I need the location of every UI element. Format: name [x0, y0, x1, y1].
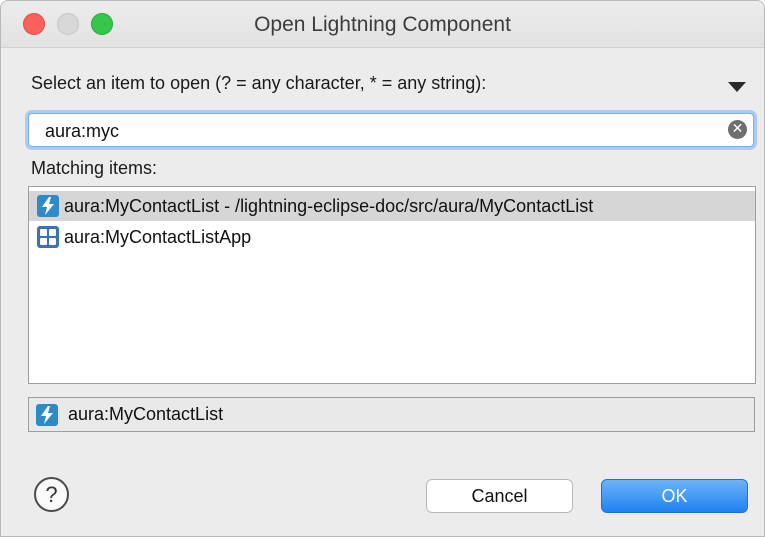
- matching-items-list[interactable]: aura:MyContactList - /lightning-eclipse-…: [28, 186, 756, 384]
- list-item-label: aura:MyContactList - /lightning-eclipse-…: [64, 195, 594, 216]
- clear-search-icon[interactable]: ✕: [728, 120, 747, 139]
- ok-button[interactable]: OK: [601, 479, 748, 513]
- lightning-bolt-icon: [36, 403, 58, 426]
- search-field[interactable]: ✕: [28, 113, 754, 147]
- search-input[interactable]: [43, 118, 727, 144]
- selected-item-detail: aura:MyContactList: [28, 397, 755, 432]
- list-item[interactable]: aura:MyContactListApp: [29, 222, 755, 252]
- search-prompt-label: Select an item to open (? = any characte…: [31, 73, 487, 93]
- cancel-button[interactable]: Cancel: [426, 479, 573, 513]
- dialog-window: Open Lightning Component Select an item …: [0, 0, 765, 537]
- app-grid-icon: [37, 226, 59, 248]
- menu-dropdown-icon[interactable]: [728, 82, 746, 92]
- list-item[interactable]: aura:MyContactList - /lightning-eclipse-…: [29, 191, 755, 221]
- title-bar: Open Lightning Component: [1, 1, 764, 48]
- lightning-bolt-icon: [37, 195, 59, 217]
- help-button[interactable]: ?: [34, 477, 69, 512]
- window-title: Open Lightning Component: [254, 13, 511, 36]
- matching-items-label: Matching items:: [31, 158, 158, 178]
- list-item-label: aura:MyContactListApp: [64, 226, 252, 247]
- selected-item-label: aura:MyContactList: [68, 404, 224, 424]
